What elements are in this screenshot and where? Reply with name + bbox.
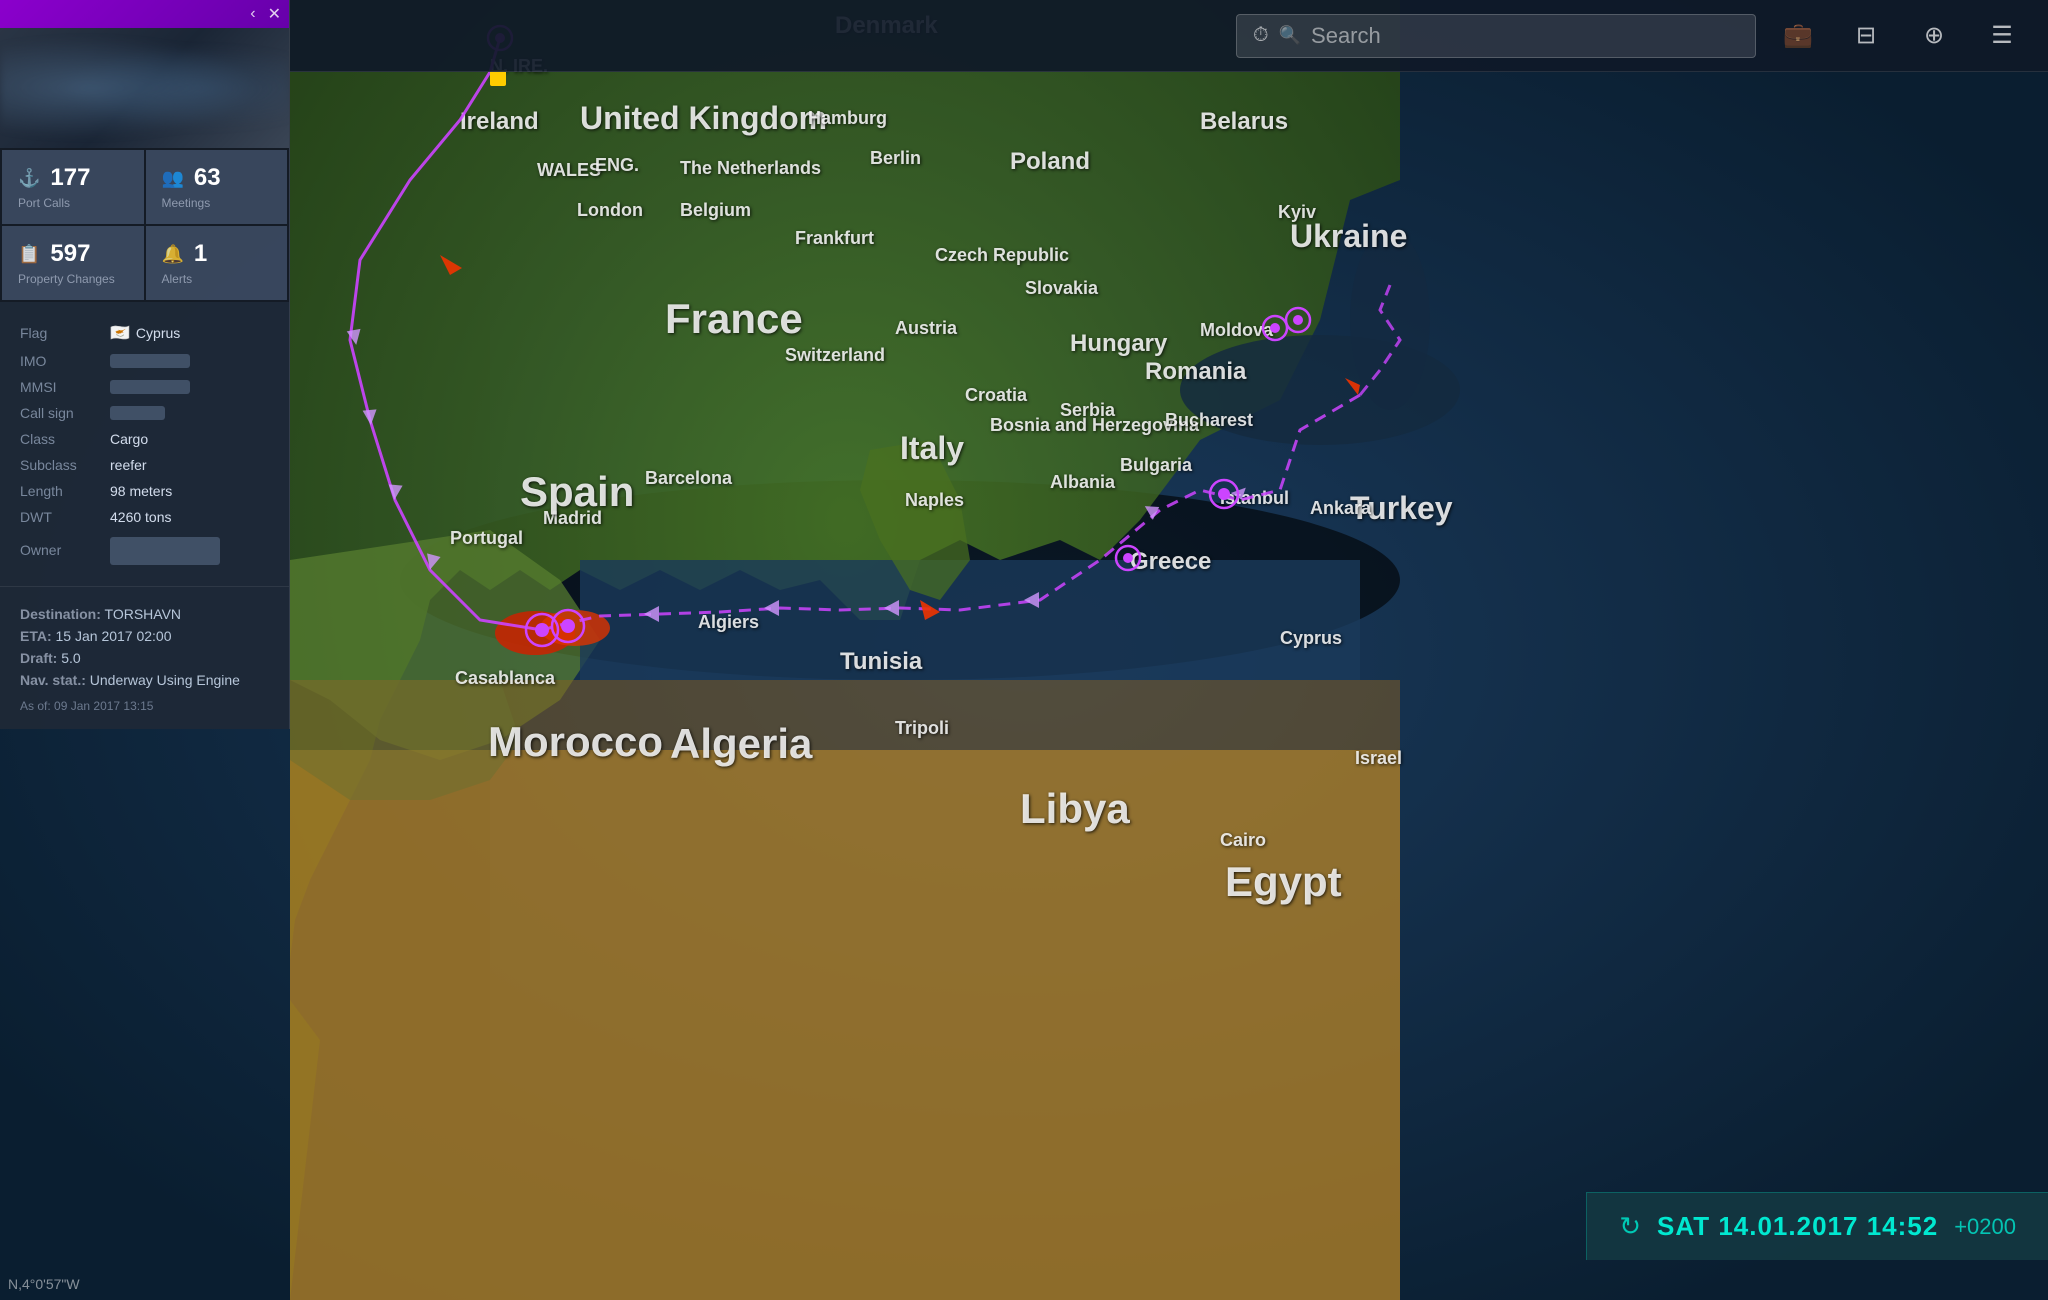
length-value: 98 meters (110, 483, 172, 499)
datetime-text: SAT 14.01.2017 14:52 (1657, 1211, 1938, 1242)
vessel-thumbnail (0, 28, 289, 148)
stat-port-calls[interactable]: ⚓ 177 Port Calls (2, 150, 144, 224)
property-changes-label: Property Changes (18, 272, 128, 286)
draft-value: 5.0 (61, 650, 80, 666)
mmsi-row: MMSI (20, 374, 269, 400)
alerts-number: 1 (194, 240, 207, 268)
owner-row: Owner (20, 530, 269, 570)
stat-meetings[interactable]: 👥 63 Meetings (146, 150, 288, 224)
search-input[interactable] (1311, 23, 1739, 49)
destination-label: Destination: (20, 606, 101, 622)
subclass-value: reefer (110, 457, 147, 473)
draft-label: Draft: (20, 650, 57, 666)
imo-row: IMO (20, 348, 269, 374)
class-value: Cargo (110, 431, 148, 447)
destination-row: Destination: TORSHAVN (20, 603, 269, 625)
destination-value: TORSHAVN (105, 606, 182, 622)
list-icon[interactable]: ☰ (1976, 10, 2028, 62)
eta-label: ETA: (20, 628, 52, 644)
dwt-row: DWT 4260 tons (20, 504, 269, 530)
search-icon: 🔍 (1279, 25, 1301, 46)
length-label: Length (20, 483, 110, 499)
datetime-offset: +0200 (1954, 1214, 2016, 1240)
voyage-info: Destination: TORSHAVN ETA: 15 Jan 2017 0… (0, 587, 289, 729)
port-calls-label: Port Calls (18, 196, 128, 210)
owner-label: Owner (20, 542, 110, 558)
flag-value: 🇨🇾 Cyprus (110, 323, 180, 343)
anchor-icon: ⚓ (18, 168, 40, 189)
close-button[interactable]: ✕ (268, 4, 281, 24)
meetings-number: 63 (194, 164, 221, 192)
eta-value: 15 Jan 2017 02:00 (56, 628, 172, 644)
asof-timestamp: As of: 09 Jan 2017 13:15 (20, 699, 269, 713)
navstat-row: Nav. stat.: Underway Using Engine (20, 669, 269, 691)
clock-icon[interactable]: ⏱ (1253, 24, 1269, 47)
eta-row: ETA: 15 Jan 2017 02:00 (20, 625, 269, 647)
flag-row: Flag 🇨🇾 Cyprus (20, 318, 269, 348)
port-calls-number: 177 (50, 164, 90, 192)
dwt-label: DWT (20, 509, 110, 525)
imo-label: IMO (20, 353, 110, 369)
stats-grid: ⚓ 177 Port Calls 👥 63 Meetings 📋 597 Pro… (0, 148, 289, 302)
callsign-value (110, 406, 165, 420)
panel-header: ‹ ✕ (0, 0, 289, 28)
length-row: Length 98 meters (20, 478, 269, 504)
vessel-details: Flag 🇨🇾 Cyprus IMO MMSI Call sign Class … (0, 302, 289, 587)
side-panel: ‹ ✕ ⚓ 177 Port Calls 👥 63 Meetings 📋 597… (0, 0, 290, 729)
meetings-icon: 👥 (162, 168, 184, 189)
callsign-row: Call sign (20, 400, 269, 426)
imo-value (110, 354, 190, 368)
briefcase-icon[interactable]: 💼 (1772, 10, 1824, 62)
navstat-label: Nav. stat.: (20, 672, 86, 688)
property-changes-number: 597 (50, 240, 90, 268)
datetime-stamp: ↻ SAT 14.01.2017 14:52 +0200 (1586, 1192, 2048, 1260)
map-background (0, 0, 2048, 1300)
alerts-label: Alerts (162, 272, 272, 286)
stat-property-changes[interactable]: 📋 597 Property Changes (2, 226, 144, 300)
coordinates-display: N,4°0'57"W (8, 1276, 80, 1292)
class-label: Class (20, 431, 110, 447)
filter-icon[interactable]: ⊟ (1840, 10, 1892, 62)
back-button[interactable]: ‹ (250, 5, 255, 23)
mmsi-label: MMSI (20, 379, 110, 395)
more-icon[interactable]: ⊕ (1908, 10, 1960, 62)
subclass-label: Subclass (20, 457, 110, 473)
flag-icon: 🇨🇾 (110, 323, 130, 343)
navstat-value: Underway Using Engine (90, 672, 240, 688)
draft-row: Draft: 5.0 (20, 647, 269, 669)
datetime-icon: ↻ (1619, 1211, 1641, 1242)
stat-alerts[interactable]: 🔔 1 Alerts (146, 226, 288, 300)
property-changes-icon: 📋 (18, 244, 40, 265)
class-row: Class Cargo (20, 426, 269, 452)
flag-label: Flag (20, 325, 110, 341)
mmsi-value (110, 380, 190, 394)
owner-value (110, 535, 220, 565)
callsign-label: Call sign (20, 405, 110, 421)
dwt-value: 4260 tons (110, 509, 172, 525)
subclass-row: Subclass reefer (20, 452, 269, 478)
search-container[interactable]: ⏱ 🔍 (1236, 14, 1756, 58)
header-bar: ⏱ 🔍 💼 ⊟ ⊕ ☰ (0, 0, 2048, 72)
alerts-icon: 🔔 (162, 244, 184, 265)
meetings-label: Meetings (162, 196, 272, 210)
